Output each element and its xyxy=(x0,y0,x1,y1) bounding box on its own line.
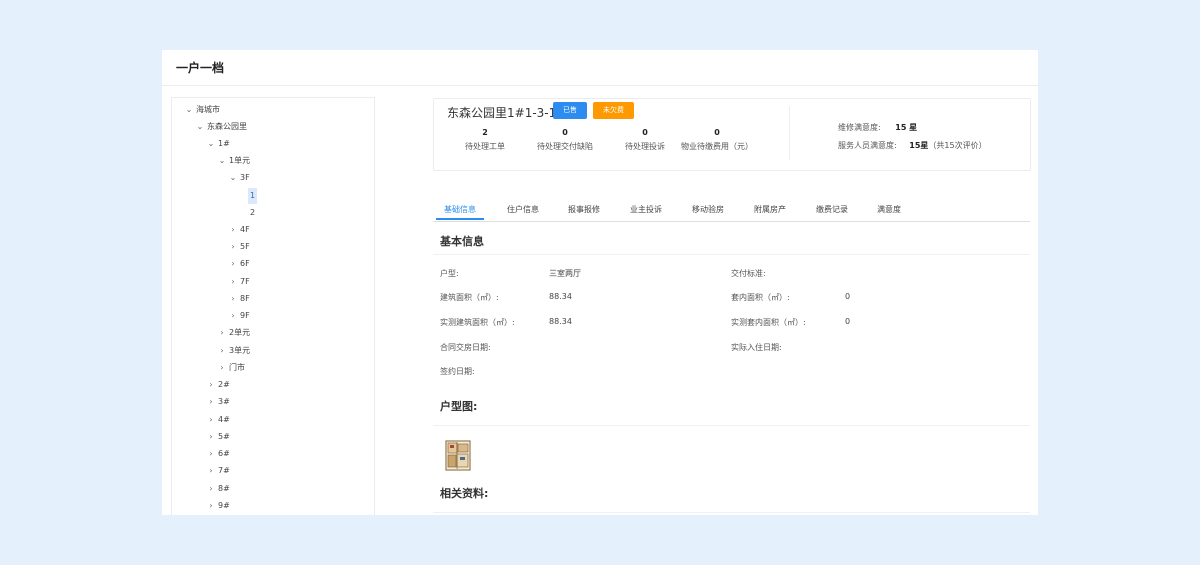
tree-node-unit-2[interactable]: › 2单元 xyxy=(217,325,252,341)
tree-node-building-8[interactable]: › 8# xyxy=(206,481,232,497)
tree-node-floor-4f[interactable]: › 4F xyxy=(228,222,252,238)
tree-node-unit-3[interactable]: › 3单元 xyxy=(217,343,252,359)
divider xyxy=(433,425,1030,426)
chevron-right-icon[interactable]: › xyxy=(206,394,216,410)
field-label-measured-build-area: 实测建筑面积（㎡）: xyxy=(440,318,515,327)
field-value-house-type: 三室两厅 xyxy=(549,269,581,278)
tree-node-building-6[interactable]: › 6# xyxy=(206,446,232,462)
tab-payment-records[interactable]: 缴费记录 xyxy=(808,203,856,220)
tree-node-floor-3f[interactable]: ⌄ 3F xyxy=(228,170,252,186)
chevron-right-icon[interactable]: › xyxy=(228,308,238,324)
repair-rating: 维修满意度: 15 星 xyxy=(838,123,918,132)
floorplan-image xyxy=(445,440,471,471)
tab-repairs[interactable]: 报事报修 xyxy=(560,203,608,220)
chevron-right-icon[interactable]: › xyxy=(228,274,238,290)
tree-node-building-5[interactable]: › 5# xyxy=(206,429,232,445)
tab-complaints[interactable]: 业主投诉 xyxy=(622,203,670,220)
tab-basic-info[interactable]: 基础信息 xyxy=(436,203,484,220)
tree-node-building-9[interactable]: › 9# xyxy=(206,498,232,514)
floorplan-thumbnail[interactable] xyxy=(445,440,471,471)
chevron-down-icon[interactable]: ⌄ xyxy=(184,102,194,118)
building-tree: ⌄ 海城市 ⌄ 东森公园里 ⌄ 1# ⌄ 1单元 ⌄ 3F 1 2 › 4F › 5F › 6F… xyxy=(171,97,375,515)
detail-tabs: 基础信息 住户信息 报事报修 业主投诉 移动验房 附属房产 缴费记录 满意度 xyxy=(433,203,1030,222)
tree-node-floor-5f[interactable]: › 5F xyxy=(228,239,252,255)
page-title: 一户一档 xyxy=(176,61,225,75)
tree-node-room-1[interactable]: 1 xyxy=(238,188,258,204)
fee-status-badge: 未欠费 xyxy=(593,102,634,119)
tree-node-floor-8f[interactable]: › 8F xyxy=(228,291,252,307)
field-value-inner-area: 0 xyxy=(845,292,851,301)
staff-rating: 服务人员满意度: 15星（共15次评价） xyxy=(838,141,987,150)
chevron-right-icon[interactable]: › xyxy=(206,498,216,514)
chevron-right-icon[interactable]: › xyxy=(217,343,227,359)
tab-mobile-inspection[interactable]: 移动验房 xyxy=(684,203,732,220)
chevron-right-icon[interactable]: › xyxy=(206,377,216,393)
tree-node-shop[interactable]: › 门市 xyxy=(217,360,247,376)
field-value-measured-build-area: 88.34 xyxy=(549,317,572,326)
field-label-inner-area: 套内面积（㎡）: xyxy=(731,293,790,302)
tree-node-floor-7f[interactable]: › 7F xyxy=(228,274,252,290)
tab-resident-info[interactable]: 住户信息 xyxy=(499,203,547,220)
field-value-build-area: 88.34 xyxy=(549,292,572,301)
chevron-right-icon[interactable]: › xyxy=(217,360,227,376)
tree-node-building-3[interactable]: › 3# xyxy=(206,394,232,410)
app-window: 一户一档 ⌄ 海城市 ⌄ 东森公园里 ⌄ 1# ⌄ 1单元 ⌄ 3F 1 2 › 4F › 5… xyxy=(162,50,1038,515)
tree-node-community[interactable]: ⌄ 东森公园里 xyxy=(195,119,249,135)
divider xyxy=(433,254,1030,255)
chevron-right-icon[interactable]: › xyxy=(228,256,238,272)
chevron-right-icon[interactable]: › xyxy=(206,446,216,462)
chevron-down-icon[interactable]: ⌄ xyxy=(206,136,216,152)
section-title-basic: 基本信息 xyxy=(440,235,484,248)
chevron-right-icon[interactable]: › xyxy=(217,325,227,341)
field-label-sign-date: 签约日期: xyxy=(440,367,475,376)
field-label-build-area: 建筑面积（㎡）: xyxy=(440,293,499,302)
chevron-right-icon[interactable]: › xyxy=(228,291,238,307)
field-label-house-type: 户型: xyxy=(440,269,459,278)
field-label-delivery-standard: 交付标准: xyxy=(731,269,766,278)
tree-node-building-1[interactable]: ⌄ 1# xyxy=(206,136,232,152)
tree-node-unit-1[interactable]: ⌄ 1单元 xyxy=(217,153,252,169)
app-header: 一户一档 xyxy=(162,50,1038,86)
field-label-move-in-date: 实际入住日期: xyxy=(731,343,782,352)
house-summary-card: 东森公园里1#1-3-1 已售 未欠费 2 待处理工单 0 待处理交付缺陷 0 … xyxy=(433,98,1031,171)
tree-node-floor-9f[interactable]: › 9F xyxy=(228,308,252,324)
field-value-measured-inner-area: 0 xyxy=(845,317,851,326)
tree-node-building-4[interactable]: › 4# xyxy=(206,412,232,428)
stat-pending-orders[interactable]: 2 待处理工单 xyxy=(440,128,530,152)
chevron-right-icon[interactable]: › xyxy=(206,429,216,445)
stat-pending-defects[interactable]: 0 待处理交付缺陷 xyxy=(520,128,610,152)
divider xyxy=(433,512,1030,513)
chevron-right-icon[interactable]: › xyxy=(228,222,238,238)
tree-node-city[interactable]: ⌄ 海城市 xyxy=(184,102,222,118)
tab-attached-property[interactable]: 附属房产 xyxy=(746,203,794,220)
tree-node-building-7[interactable]: › 7# xyxy=(206,463,232,479)
chevron-right-icon[interactable]: › xyxy=(206,463,216,479)
tree-node-floor-6f[interactable]: › 6F xyxy=(228,256,252,272)
section-title-documents: 相关资料: xyxy=(440,487,489,500)
chevron-right-icon[interactable]: › xyxy=(206,412,216,428)
tree-node-building-2[interactable]: › 2# xyxy=(206,377,232,393)
field-label-measured-inner-area: 实测套内面积（㎡）: xyxy=(731,318,806,327)
chevron-right-icon[interactable]: › xyxy=(228,239,238,255)
section-title-floorplan: 户型图: xyxy=(440,400,478,413)
field-label-contract-date: 合同交房日期: xyxy=(440,343,491,352)
house-name: 东森公园里1#1-3-1 xyxy=(447,106,557,120)
sold-badge: 已售 xyxy=(553,102,587,119)
card-divider xyxy=(789,106,790,160)
chevron-down-icon[interactable]: ⌄ xyxy=(228,170,238,186)
chevron-down-icon[interactable]: ⌄ xyxy=(217,153,227,169)
chevron-down-icon[interactable]: ⌄ xyxy=(195,119,205,135)
tree-node-room-2[interactable]: 2 xyxy=(238,205,257,221)
tab-satisfaction[interactable]: 满意度 xyxy=(865,203,913,220)
chevron-right-icon[interactable]: › xyxy=(206,481,216,497)
stat-pending-fees[interactable]: 0 物业待缴费用（元） xyxy=(672,128,762,152)
